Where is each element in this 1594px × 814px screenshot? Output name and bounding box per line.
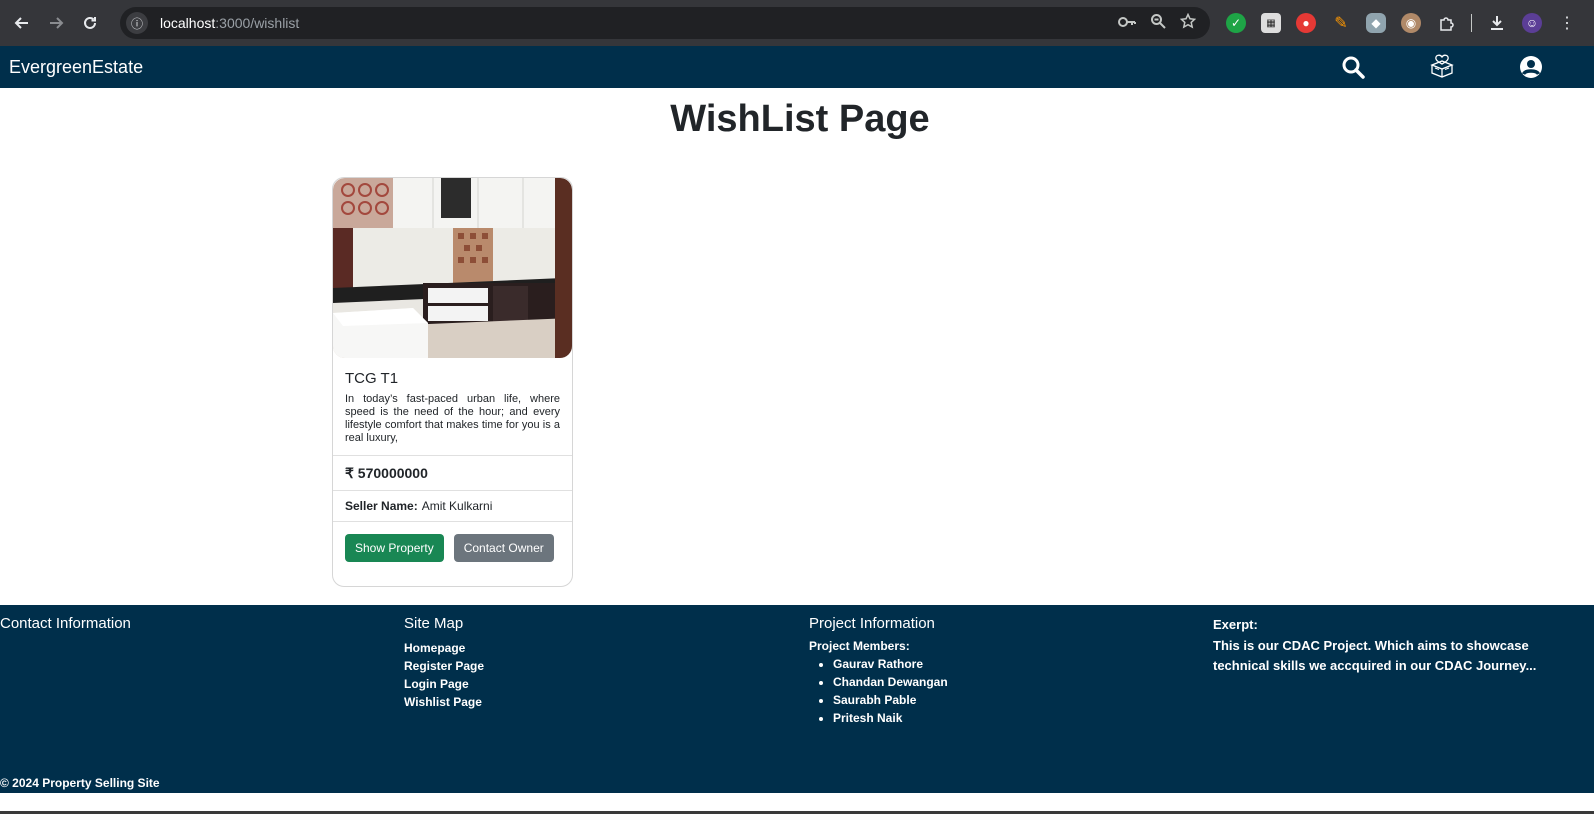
wishlist-icon[interactable] [1429,54,1455,80]
extension-qr-icon[interactable]: ▦ [1261,13,1281,33]
back-icon[interactable] [5,6,39,40]
extensions-icon[interactable] [1436,13,1456,33]
download-icon[interactable] [1487,13,1507,33]
list-item: Saurabh Pable [833,691,948,709]
search-icon[interactable] [1340,54,1366,80]
contact-owner-button[interactable]: Contact Owner [453,534,554,562]
password-key-icon[interactable] [1118,15,1136,32]
sitemap-heading: Site Map [404,615,464,632]
footer-project: Project Information Project Members: Gau… [809,615,948,727]
members-list: Gaurav Rathore Chandan Dewangan Saurabh … [833,655,948,727]
sitemap-link-wishlist[interactable]: Wishlist Page [404,693,484,711]
site-info-icon[interactable]: ⓘ [126,12,148,34]
app-navbar: EvergreenEstate [0,46,1594,88]
extension-face-icon[interactable]: ◉ [1401,13,1421,33]
sitemap-link-homepage[interactable]: Homepage [404,639,484,657]
sitemap-link-register[interactable]: Register Page [404,657,484,675]
zoom-icon[interactable] [1150,13,1166,33]
browser-toolbar: ⓘ localhost:3000/wishlist ✓ ▦ ● ✎ ◆ ◉ ☺ [0,0,1594,46]
card-actions: Show Property Contact Owner [333,521,572,574]
list-item: Pritesh Naik [833,709,948,727]
address-bar[interactable]: ⓘ localhost:3000/wishlist [120,7,1210,39]
property-price: ₹ 570000000 [333,455,572,490]
extension-shield-icon[interactable]: ◆ [1366,13,1386,33]
seller-name: Amit Kulkarni [421,499,493,513]
extension-lock-icon[interactable]: ● [1296,13,1316,33]
excerpt-heading: Exerpt: [1213,617,1258,632]
page-title: WishList Page [670,98,930,140]
members-label: Project Members: [809,639,910,653]
footer-contact: Contact Information [0,615,131,639]
toolbar-divider [1471,14,1472,32]
brand-logo[interactable]: EvergreenEstate [9,57,143,78]
footer-excerpt: Exerpt: This is our CDAC Project. Which … [1213,615,1573,676]
property-image [333,178,572,358]
url-path: :3000/wishlist [215,15,300,31]
property-description: In today’s fast-paced urban life, where … [345,393,560,444]
property-title: TCG T1 [345,370,399,387]
show-property-button[interactable]: Show Property [345,534,444,562]
menu-icon[interactable]: ⋮ [1557,13,1577,33]
url-host: localhost [160,15,216,31]
footer: Contact Information Site Map Homepage Re… [0,605,1594,793]
property-card: TCG T1 In today’s fast-paced urban life,… [332,177,573,587]
seller-info: Seller Name: Amit Kulkarni [333,490,572,521]
list-item: Gaurav Rathore [833,655,948,673]
profile-avatar-icon[interactable]: ☺ [1522,13,1542,33]
sitemap-link-login[interactable]: Login Page [404,675,484,693]
card-body: TCG T1 In today’s fast-paced urban life,… [333,358,572,455]
footer-sitemap: Site Map Homepage Register Page Login Pa… [404,615,484,711]
bookmark-star-icon[interactable] [1179,12,1197,33]
url-text[interactable]: localhost:3000/wishlist [160,15,299,31]
list-item: Chandan Dewangan [833,673,948,691]
copyright: © 2024 Property Selling Site [0,776,160,790]
reload-icon[interactable] [73,6,107,40]
project-heading: Project Information [809,615,935,632]
forward-icon[interactable] [39,6,73,40]
extension-check-icon[interactable]: ✓ [1226,13,1246,33]
extension-pen-icon[interactable]: ✎ [1331,13,1351,33]
contact-heading: Contact Information [0,615,131,632]
seller-label: Seller Name: [345,499,418,513]
excerpt-text: This is our CDAC Project. Which aims to … [1213,638,1537,673]
user-account-icon[interactable] [1518,54,1544,80]
